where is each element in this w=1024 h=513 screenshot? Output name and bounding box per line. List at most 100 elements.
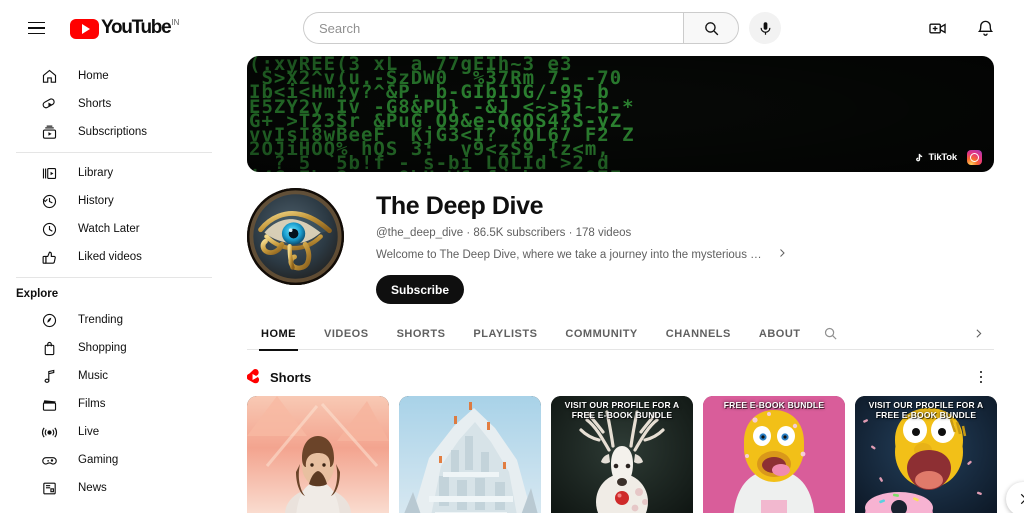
short-card[interactable]: VISIT OUR PROFILE FOR A FREE E-BOOK BUND… bbox=[855, 396, 997, 513]
topbar-left-group: YouTube IN bbox=[0, 8, 250, 48]
channel-info: The Deep Dive @the_deep_dive · 86.5K sub… bbox=[344, 188, 788, 304]
tab-about[interactable]: About bbox=[745, 318, 815, 350]
channel-avatar[interactable] bbox=[247, 188, 344, 285]
tabs-overflow-icon[interactable] bbox=[962, 318, 994, 350]
subscriptions-icon bbox=[40, 123, 58, 141]
topbar-center-group bbox=[250, 12, 834, 44]
trending-icon bbox=[40, 311, 58, 329]
sidebar-item-subscriptions[interactable]: Subscriptions bbox=[8, 118, 220, 146]
youtube-play-icon bbox=[70, 18, 99, 39]
sidebar-item-gaming[interactable]: Gaming bbox=[8, 446, 220, 474]
sidebar-item-label: Library bbox=[78, 167, 114, 179]
short-card[interactable]: VISIT OUR PROFILE FOR A FREE E-BOOK BUND… bbox=[551, 396, 693, 513]
sidebar-item-shorts[interactable]: Shorts bbox=[8, 90, 220, 118]
sidebar-item-label: Trending bbox=[78, 314, 123, 326]
sidebar-item-label: History bbox=[78, 195, 114, 207]
channel-header: The Deep Dive @the_deep_dive · 86.5K sub… bbox=[228, 172, 1024, 304]
channel-banner[interactable]: (:xyREE(3 xL a 77gEIh~3 e3 S>X2^v(u.-SzD… bbox=[247, 56, 994, 172]
sidebar-divider-1 bbox=[16, 152, 212, 153]
search-area bbox=[303, 12, 781, 44]
thumbs-up-icon bbox=[40, 248, 58, 266]
sidebar-item-label: News bbox=[78, 482, 107, 494]
sidebar-item-trending[interactable]: Trending bbox=[8, 306, 220, 334]
subscribe-button[interactable]: Subscribe bbox=[376, 275, 465, 304]
tiktok-link[interactable]: TikTok bbox=[913, 152, 957, 164]
search-input[interactable] bbox=[319, 20, 683, 36]
sidebar-item-live[interactable]: Live bbox=[8, 418, 220, 446]
sidebar-item-label: Home bbox=[78, 70, 109, 82]
shorts-shelf-header: Shorts bbox=[247, 364, 994, 390]
banner-social-links: TikTok bbox=[913, 150, 982, 165]
banner-vignette bbox=[247, 56, 994, 172]
kebab-menu-icon[interactable] bbox=[968, 364, 994, 390]
shorts-next-button[interactable] bbox=[1006, 482, 1024, 513]
chevron-right-icon bbox=[776, 246, 788, 264]
tiktok-label: TikTok bbox=[928, 152, 957, 163]
short-card[interactable]: FREE E-BOOK BUNDLE bbox=[703, 396, 845, 513]
sidebar-section-explore: Explore bbox=[16, 288, 59, 300]
tab-community[interactable]: Community bbox=[551, 318, 651, 350]
sidebar-primary-group: Home Shorts Subscriptions bbox=[0, 62, 228, 146]
tab-videos[interactable]: Videos bbox=[310, 318, 383, 350]
short-overlay-text: VISIT OUR PROFILE FOR A FREE E-BOOK BUND… bbox=[564, 400, 680, 420]
sidebar-item-home[interactable]: Home bbox=[8, 62, 220, 90]
shorts-logo-icon bbox=[247, 368, 261, 386]
short-overlay-text: VISIT OUR PROFILE FOR A FREE E-BOOK BUND… bbox=[868, 400, 984, 420]
youtube-country-code: IN bbox=[171, 17, 180, 27]
sidebar-item-label: Subscriptions bbox=[78, 126, 148, 138]
channel-meta: @the_deep_dive · 86.5K subscribers · 178… bbox=[376, 227, 632, 239]
voice-search-button[interactable] bbox=[749, 12, 781, 44]
history-icon bbox=[40, 192, 58, 210]
sidebar-item-label: Films bbox=[78, 398, 106, 410]
tiktok-icon bbox=[916, 153, 923, 161]
film-clapper-icon bbox=[40, 395, 58, 413]
topbar-right-group bbox=[834, 11, 1024, 45]
sidebar-item-watch-later[interactable]: Watch Later bbox=[8, 215, 220, 243]
bell-icon[interactable] bbox=[968, 11, 1002, 45]
tab-playlists[interactable]: Playlists bbox=[459, 318, 551, 350]
youtube-logo[interactable]: YouTube IN bbox=[70, 16, 180, 39]
sidebar-item-library[interactable]: Library bbox=[8, 159, 220, 187]
short-overlay-text: FREE E-BOOK BUNDLE bbox=[723, 400, 825, 410]
channel-description-row[interactable]: Welcome to The Deep Dive, where we take … bbox=[376, 246, 788, 264]
sidebar-library-group: Library History Watch Later Liked videos bbox=[0, 159, 228, 271]
search-button[interactable] bbox=[683, 12, 739, 44]
short-card[interactable] bbox=[247, 396, 389, 513]
shorts-carousel: VISIT OUR PROFILE FOR A FREE E-BOOK BUND… bbox=[247, 396, 1024, 513]
sidebar-item-films[interactable]: Films bbox=[8, 390, 220, 418]
search-box[interactable] bbox=[303, 12, 683, 44]
sidebar-item-shopping[interactable]: Shopping bbox=[8, 334, 220, 362]
library-icon bbox=[40, 164, 58, 182]
sidebar-item-music[interactable]: Music bbox=[8, 362, 220, 390]
tab-channels[interactable]: Channels bbox=[652, 318, 745, 350]
instagram-icon[interactable] bbox=[967, 150, 982, 165]
sidebar-explore-group: Trending Shopping Music Films Live Gamin… bbox=[0, 306, 228, 502]
main-content: (:xyREE(3 xL a 77gEIh~3 e3 S>X2^v(u.-SzD… bbox=[228, 56, 1024, 513]
tab-shorts[interactable]: Shorts bbox=[383, 318, 460, 350]
sidebar-item-liked-videos[interactable]: Liked videos bbox=[8, 243, 220, 271]
music-note-icon bbox=[40, 367, 58, 385]
sidebar-item-label: Music bbox=[78, 370, 109, 382]
channel-search-icon[interactable] bbox=[814, 318, 846, 350]
sidebar-item-history[interactable]: History bbox=[8, 187, 220, 215]
tab-home[interactable]: Home bbox=[247, 318, 310, 351]
youtube-logo-text: YouTube bbox=[101, 16, 172, 38]
sidebar-item-label: Shopping bbox=[78, 342, 127, 354]
shopping-bag-icon bbox=[40, 339, 58, 357]
create-video-icon[interactable] bbox=[920, 11, 954, 45]
channel-description: Welcome to The Deep Dive, where we take … bbox=[376, 249, 768, 261]
chevron-right-icon bbox=[1020, 493, 1024, 505]
hamburger-menu-icon[interactable] bbox=[16, 8, 56, 48]
live-broadcast-icon bbox=[40, 423, 58, 441]
sidebar-divider-2 bbox=[16, 277, 212, 278]
newspaper-icon bbox=[40, 479, 58, 497]
sidebar-item-label: Liked videos bbox=[78, 251, 142, 263]
sidebar-item-label: Live bbox=[78, 426, 100, 438]
gamepad-icon bbox=[40, 451, 58, 469]
shorts-icon bbox=[40, 95, 58, 113]
sidebar-item-news[interactable]: News bbox=[8, 474, 220, 502]
short-card[interactable] bbox=[399, 396, 541, 513]
sidebar-item-label: Watch Later bbox=[78, 223, 140, 235]
sidebar: Home Shorts Subscriptions Library Histor… bbox=[0, 56, 228, 513]
shorts-shelf-title: Shorts bbox=[270, 369, 312, 385]
